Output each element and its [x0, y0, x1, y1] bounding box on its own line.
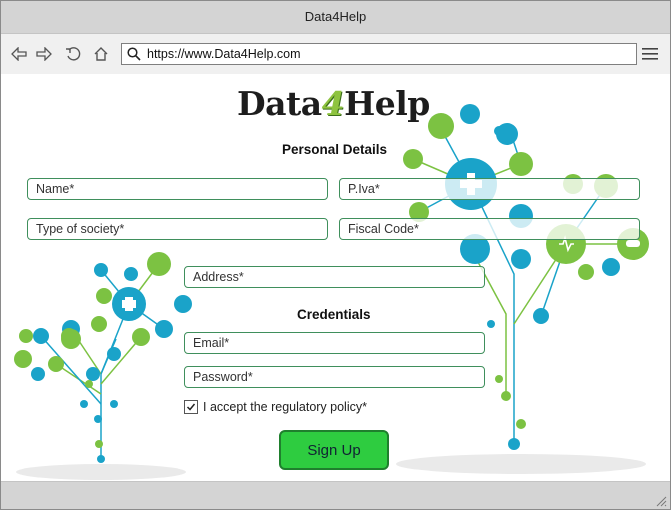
- page-content: Data4Help Personal Details Credentials I…: [1, 74, 670, 481]
- password-input[interactable]: [184, 366, 485, 388]
- resize-grip-icon[interactable]: [655, 495, 667, 507]
- browser-window: Data4Help https://www.Data4Help.com Data…: [0, 0, 671, 510]
- back-icon[interactable]: [9, 44, 29, 64]
- credentials-heading: Credentials: [297, 307, 371, 322]
- logo-part-help: Help: [344, 84, 430, 123]
- policy-checkbox[interactable]: [184, 400, 198, 414]
- policy-row: I accept the regulatory policy*: [184, 400, 367, 414]
- reload-icon[interactable]: [63, 44, 83, 64]
- data4help-logo: Data4Help: [237, 84, 430, 124]
- email-input[interactable]: [184, 332, 485, 354]
- personal-details-heading: Personal Details: [282, 142, 388, 157]
- policy-label: I accept the regulatory policy*: [203, 400, 367, 414]
- home-icon[interactable]: [91, 44, 111, 64]
- society-type-input[interactable]: [27, 218, 328, 240]
- fiscal-code-input[interactable]: [339, 218, 640, 240]
- sign-up-button[interactable]: Sign Up: [279, 430, 389, 470]
- name-input[interactable]: [27, 178, 328, 200]
- status-bar: [1, 481, 670, 509]
- menu-icon[interactable]: [640, 44, 660, 64]
- search-icon: [127, 47, 141, 61]
- url-text: https://www.Data4Help.com: [147, 47, 301, 61]
- address-bar[interactable]: https://www.Data4Help.com: [121, 43, 637, 65]
- window-title: Data4Help: [1, 1, 670, 34]
- checkmark-icon: [186, 403, 196, 411]
- piva-input[interactable]: [339, 178, 640, 200]
- forward-icon[interactable]: [34, 44, 54, 64]
- logo-part-four: 4: [321, 84, 345, 123]
- logo-part-data: Data: [237, 84, 322, 123]
- browser-toolbar: https://www.Data4Help.com: [1, 34, 670, 75]
- address-input[interactable]: [184, 266, 485, 288]
